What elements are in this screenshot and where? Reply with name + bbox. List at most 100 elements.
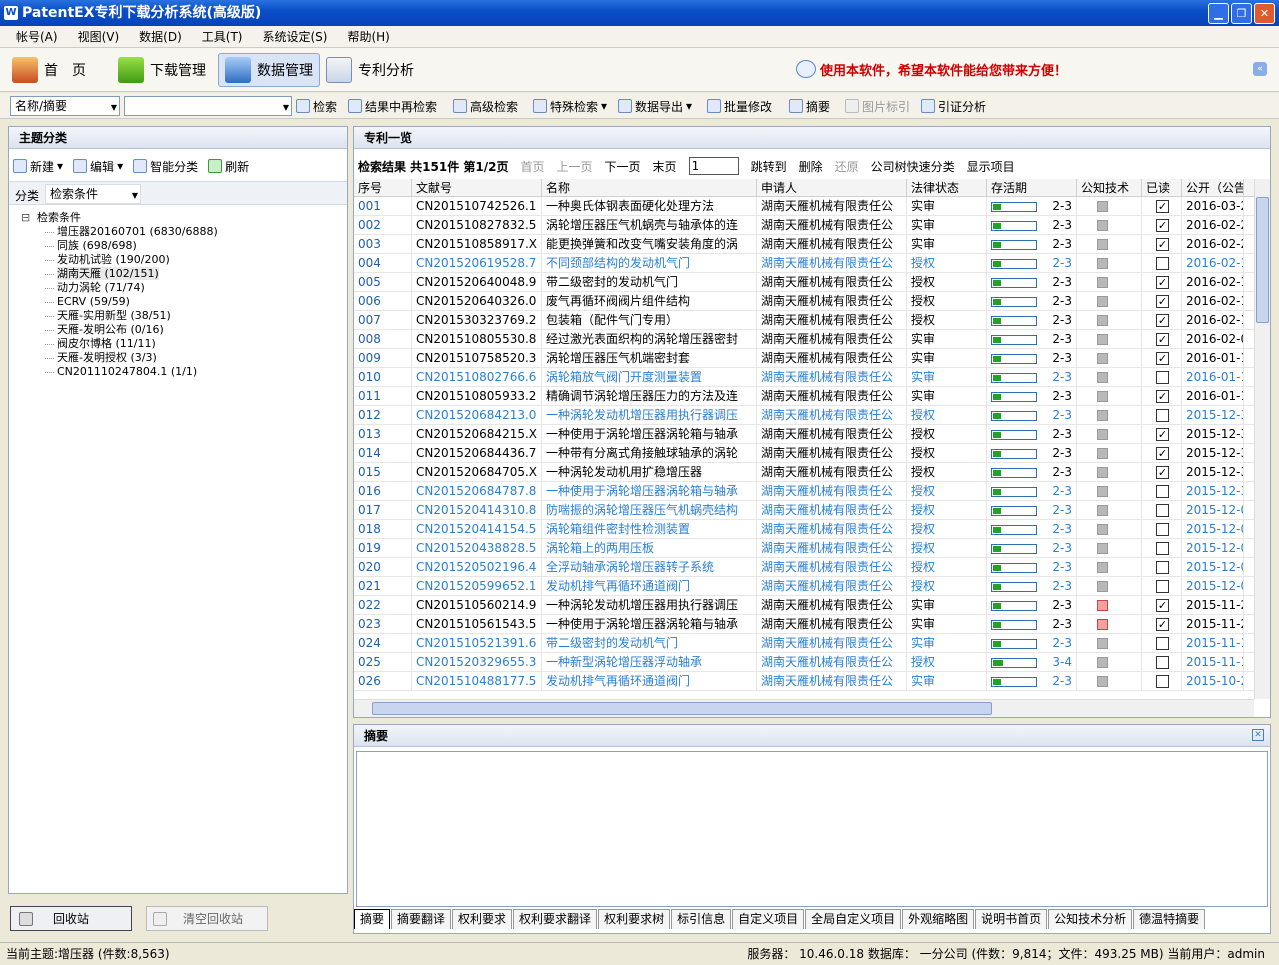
read-checkbox[interactable]: ✓	[1156, 447, 1169, 460]
table-row[interactable]: 001 CN201510742526.1 一种奥氏体钢表面硬化处理方法 湖南天雁机械有…	[354, 197, 1254, 216]
tab-index-info[interactable]: 标引信息	[671, 909, 732, 929]
read-checkbox[interactable]: ✓	[1156, 238, 1169, 251]
patent-analysis-button[interactable]: 专利分析	[320, 53, 420, 87]
tree-item[interactable]: 阀皮尔博格 (11/11)	[19, 337, 218, 351]
table-row[interactable]: 004 CN201520619528.7 不同颈部结构的发动机气门 湖南天雁机械有限责…	[354, 254, 1254, 273]
public-tech-marker-icon[interactable]	[1097, 600, 1108, 611]
table-row[interactable]: 008 CN201510805530.8 经过激光表面织构的涡轮增压器密封 湖南天雁机…	[354, 330, 1254, 349]
tree-item[interactable]: CN201110247804.1 (1/1)	[19, 365, 218, 379]
tree-root[interactable]: 检索条件	[19, 211, 218, 225]
download-manager-button[interactable]: 下载管理	[112, 53, 212, 87]
public-tech-marker-icon[interactable]	[1097, 676, 1108, 687]
horizontal-scrollbar[interactable]	[354, 699, 1254, 717]
tab-spec-first-page[interactable]: 说明书首页	[975, 909, 1048, 929]
smart-classify-button[interactable]: 智能分类	[133, 157, 198, 175]
table-row[interactable]: 009 CN201510758520.3 涡轮增压器压气机端密封套 湖南天雁机械有限责…	[354, 349, 1254, 368]
tab-public-tech-analysis[interactable]: 公知技术分析	[1048, 909, 1133, 929]
tree-item[interactable]: 天雁-发明授权 (3/3)	[19, 351, 218, 365]
citation-analysis-button[interactable]: 引证分析	[921, 97, 986, 115]
col-legal-status[interactable]: 法律状态	[907, 179, 987, 196]
col-pubdate[interactable]: 公开（公告	[1182, 179, 1244, 196]
first-page-button[interactable]: 首页	[521, 158, 545, 175]
table-row[interactable]: 017 CN201520414310.8 防喘振的涡轮增压器压气机蜗壳结构 湖南天雁机…	[354, 501, 1254, 520]
read-checkbox[interactable]: ✓	[1156, 276, 1169, 289]
col-name[interactable]: 名称	[542, 179, 757, 196]
tab-design-thumbnail[interactable]: 外观缩略图	[902, 909, 975, 929]
table-row[interactable]: 013 CN201520684215.X 一种使用于涡轮增压器涡轮箱与轴承 湖南天雁机…	[354, 425, 1254, 444]
table-row[interactable]: 002 CN201510827832.5 涡轮增压器压气机蜗壳与轴承体的连 湖南天雁机…	[354, 216, 1254, 235]
advanced-search-button[interactable]: 高级检索	[453, 97, 518, 115]
tree-item[interactable]: 动力涡轮 (71/74)	[19, 281, 218, 295]
delete-button[interactable]: 删除	[799, 158, 823, 175]
tab-claims-translation[interactable]: 权利要求翻译	[513, 909, 598, 929]
col-lifespan[interactable]: 存活期	[987, 179, 1077, 196]
close-icon[interactable]: ✕	[1252, 729, 1264, 741]
read-checkbox[interactable]	[1156, 409, 1169, 422]
refresh-button[interactable]: 刷新	[208, 157, 249, 175]
tree-item[interactable]: ECRV (59/59)	[19, 295, 218, 309]
tree-item[interactable]: 同族 (698/698)	[19, 239, 218, 253]
maximize-button[interactable]: ❐	[1231, 3, 1252, 24]
collapse-icon[interactable]: «	[1253, 62, 1267, 76]
tab-claims[interactable]: 权利要求	[452, 909, 513, 929]
read-checkbox[interactable]: ✓	[1156, 295, 1169, 308]
read-checkbox[interactable]: ✓	[1156, 599, 1169, 612]
tab-global-custom-items[interactable]: 全局自定义项目	[805, 909, 902, 929]
tab-abstract[interactable]: 摘要	[354, 909, 391, 929]
table-row[interactable]: 005 CN201520640048.9 带二级密封的发动机气门 湖南天雁机械有限责任…	[354, 273, 1254, 292]
show-columns-button[interactable]: 显示项目	[967, 158, 1015, 175]
public-tech-marker-icon[interactable]	[1097, 543, 1108, 554]
read-checkbox[interactable]: ✓	[1156, 314, 1169, 327]
special-search-button[interactable]: 特殊检索 ▾	[533, 97, 607, 115]
col-public-tech[interactable]: 公知技术	[1077, 179, 1142, 196]
col-docno[interactable]: 文献号	[412, 179, 542, 196]
public-tech-marker-icon[interactable]	[1097, 410, 1108, 421]
public-tech-marker-icon[interactable]	[1097, 277, 1108, 288]
public-tech-marker-icon[interactable]	[1097, 315, 1108, 326]
col-applicant[interactable]: 申请人	[757, 179, 907, 196]
public-tech-marker-icon[interactable]	[1097, 562, 1108, 573]
public-tech-marker-icon[interactable]	[1097, 334, 1108, 345]
read-checkbox[interactable]: ✓	[1156, 390, 1169, 403]
public-tech-marker-icon[interactable]	[1097, 505, 1108, 516]
table-row[interactable]: 007 CN201530323769.2 包装箱（配件气门专用） 湖南天雁机械有限责任…	[354, 311, 1254, 330]
read-checkbox[interactable]: ✓	[1156, 466, 1169, 479]
menu-view[interactable]: 视图(V)	[70, 26, 128, 47]
public-tech-marker-icon[interactable]	[1097, 524, 1108, 535]
tab-derwent-abstract[interactable]: 德温特摘要	[1133, 909, 1206, 929]
public-tech-marker-icon[interactable]	[1097, 296, 1108, 307]
read-checkbox[interactable]	[1156, 637, 1169, 650]
read-checkbox[interactable]: ✓	[1156, 428, 1169, 441]
table-row[interactable]: 016 CN201520684787.8 一种使用于涡轮增压器涡轮箱与轴承 湖南天雁机…	[354, 482, 1254, 501]
read-checkbox[interactable]: ✓	[1156, 352, 1169, 365]
read-checkbox[interactable]	[1156, 656, 1169, 669]
last-page-button[interactable]: 末页	[653, 158, 677, 175]
scroll-thumb[interactable]	[1256, 197, 1269, 323]
table-row[interactable]: 024 CN201510521391.6 带二级密封的发动机气门 湖南天雁机械有限责任…	[354, 634, 1254, 653]
table-row[interactable]: 020 CN201520502196.4 全浮动轴承涡轮增压器转子系统 湖南天雁机械有…	[354, 558, 1254, 577]
next-page-button[interactable]: 下一页	[605, 158, 641, 175]
menu-account[interactable]: 帐号(A)	[8, 26, 66, 47]
minimize-button[interactable]: ▁	[1208, 3, 1229, 24]
close-button[interactable]: ✕	[1254, 3, 1275, 24]
table-row[interactable]: 014 CN201520684436.7 一种带有分离式角接触球轴承的涡轮 湖南天雁机…	[354, 444, 1254, 463]
public-tech-marker-icon[interactable]	[1097, 638, 1108, 649]
public-tech-marker-icon[interactable]	[1097, 391, 1108, 402]
page-number-input[interactable]: 1	[688, 157, 739, 175]
menu-settings[interactable]: 系统设定(S)	[254, 26, 335, 47]
read-checkbox[interactable]	[1156, 523, 1169, 536]
table-row[interactable]: 021 CN201520599652.1 发动机排气再循环通道阀门 湖南天雁机械有限责…	[354, 577, 1254, 596]
read-checkbox[interactable]	[1156, 257, 1169, 270]
public-tech-marker-icon[interactable]	[1097, 486, 1108, 497]
public-tech-marker-icon[interactable]	[1097, 258, 1108, 269]
read-checkbox[interactable]: ✓	[1156, 618, 1169, 631]
table-row[interactable]: 018 CN201520414154.5 涡轮箱组件密封性检测装置 湖南天雁机械有限责…	[354, 520, 1254, 539]
public-tech-marker-icon[interactable]	[1097, 448, 1108, 459]
export-button[interactable]: 数据导出 ▾	[618, 97, 692, 115]
table-row[interactable]: 019 CN201520438828.5 涡轮箱上的两用压板 湖南天雁机械有限责任公授…	[354, 539, 1254, 558]
public-tech-marker-icon[interactable]	[1097, 467, 1108, 478]
tab-custom-items[interactable]: 自定义项目	[732, 909, 805, 929]
tab-claims-tree[interactable]: 权利要求树	[598, 909, 671, 929]
public-tech-marker-icon[interactable]	[1097, 201, 1108, 212]
tab-abstract-translation[interactable]: 摘要翻译	[391, 909, 452, 929]
